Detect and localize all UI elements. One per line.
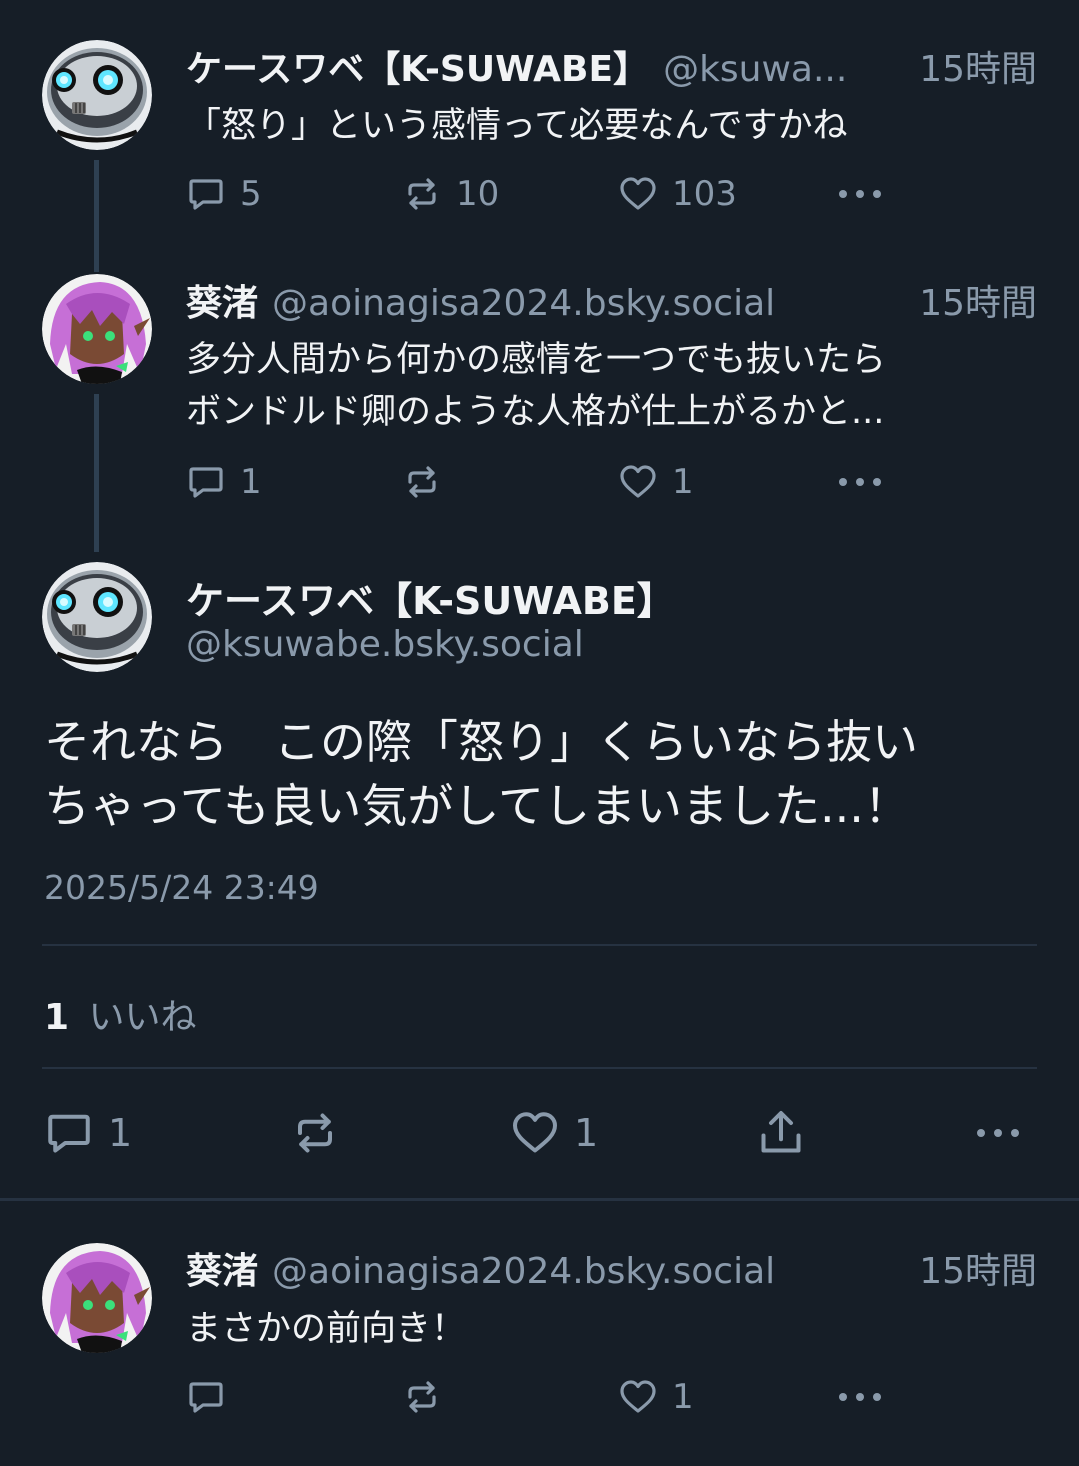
like-count: 1 bbox=[672, 462, 694, 502]
thread-connector bbox=[94, 160, 99, 260]
like-count: 1 bbox=[672, 1377, 694, 1417]
more-dots-icon bbox=[836, 187, 884, 201]
speech-bubble-icon bbox=[186, 174, 226, 214]
share-button[interactable] bbox=[756, 1107, 806, 1159]
heart-icon bbox=[618, 1377, 658, 1417]
reply-button[interactable] bbox=[186, 1372, 240, 1422]
repost-icon bbox=[402, 174, 442, 214]
thread-post-2[interactable]: 葵渚 @aoinagisa2024.bsky.social 15時間 多分人間か… bbox=[0, 260, 1079, 560]
more-dots-icon bbox=[836, 475, 884, 489]
heart-icon bbox=[618, 174, 658, 214]
author-handle[interactable]: @ksuwa... bbox=[663, 49, 899, 88]
post-time: 15時間 bbox=[919, 283, 1037, 322]
more-button[interactable] bbox=[974, 1107, 1022, 1159]
more-dots-icon bbox=[836, 1390, 884, 1404]
post-text-line: ボンドルド卿のような人格が仕上がるかと... bbox=[186, 392, 885, 432]
like-summary-count: 1 bbox=[44, 997, 70, 1038]
speech-bubble-icon bbox=[186, 462, 226, 502]
main-actions: 1 1 bbox=[44, 1107, 1044, 1159]
repost-button[interactable] bbox=[402, 457, 456, 507]
post-timestamp: 2025/5/24 23:49 bbox=[44, 868, 319, 907]
more-dots-icon bbox=[974, 1126, 1022, 1140]
post-text-line: それなら この際「怒り」くらいなら抜い bbox=[44, 715, 918, 769]
thread-post-1[interactable]: ケースワベ【K-SUWABE】 @ksuwa... 15時間 「怒り」という感情… bbox=[0, 0, 1079, 260]
post-actions: 5 10 103 bbox=[186, 169, 906, 219]
post-text: 多分人間から何かの感情を一つでも抜いたら ボンドルド卿のような人格が仕上がるかと… bbox=[186, 334, 1019, 438]
post-text: まさかの前向き！ bbox=[186, 1309, 467, 1349]
avatar[interactable] bbox=[42, 40, 152, 150]
like-button[interactable]: 1 bbox=[618, 1372, 694, 1422]
repost-icon bbox=[290, 1108, 340, 1158]
heart-icon bbox=[618, 462, 658, 502]
thread-connector bbox=[94, 394, 99, 552]
post-time: 15時間 bbox=[919, 49, 1037, 88]
post-header: ケースワベ【K-SUWABE】 @ksuwa... 15時間 bbox=[186, 40, 1037, 88]
author-name[interactable]: ケースワベ【K-SUWABE】 bbox=[186, 40, 649, 88]
main-post: ケースワベ【K-SUWABE】 @ksuwabe.bsky.social それな… bbox=[0, 560, 1079, 1200]
author-handle[interactable]: @ksuwabe.bsky.social bbox=[186, 624, 584, 665]
like-button[interactable]: 103 bbox=[618, 169, 737, 219]
divider bbox=[42, 944, 1037, 946]
post-header: 葵渚 @aoinagisa2024.bsky.social 15時間 bbox=[186, 1242, 1037, 1290]
post-text: それなら この際「怒り」くらいなら抜い ちゃっても良い気がしてしまいました...… bbox=[44, 710, 1039, 838]
reply-button[interactable]: 5 bbox=[186, 169, 262, 219]
repost-count: 10 bbox=[456, 174, 500, 214]
repost-button[interactable]: 10 bbox=[402, 169, 499, 219]
author-handle[interactable]: @aoinagisa2024.bsky.social bbox=[272, 283, 899, 322]
post-time: 15時間 bbox=[919, 1251, 1037, 1290]
author-name[interactable]: ケースワベ【K-SUWABE】 bbox=[186, 570, 675, 625]
like-count: 1 bbox=[574, 1111, 599, 1155]
divider bbox=[42, 1067, 1037, 1069]
thread-connector bbox=[94, 260, 99, 272]
like-summary-label: いいね bbox=[88, 997, 197, 1038]
speech-bubble-icon bbox=[44, 1108, 94, 1158]
author-handle[interactable]: @aoinagisa2024.bsky.social bbox=[272, 1251, 899, 1290]
like-count: 103 bbox=[672, 174, 737, 214]
avatar[interactable] bbox=[42, 274, 152, 384]
repost-icon bbox=[402, 462, 442, 502]
more-button[interactable] bbox=[836, 457, 884, 507]
repost-icon bbox=[402, 1377, 442, 1417]
post-actions: 1 bbox=[186, 1372, 906, 1422]
like-button[interactable]: 1 bbox=[618, 457, 694, 507]
author-name[interactable]: 葵渚 bbox=[186, 274, 258, 322]
post-actions: 1 1 bbox=[186, 457, 906, 507]
reply-count: 1 bbox=[108, 1111, 133, 1155]
heart-icon bbox=[510, 1108, 560, 1158]
post-text-line: 多分人間から何かの感情を一つでも抜いたら bbox=[186, 340, 887, 380]
avatar[interactable] bbox=[42, 1243, 152, 1353]
author-name[interactable]: 葵渚 bbox=[186, 1242, 258, 1290]
more-button[interactable] bbox=[836, 1372, 884, 1422]
like-summary[interactable]: 1 いいね bbox=[44, 988, 197, 1040]
reply-count: 5 bbox=[240, 174, 262, 214]
reply-count: 1 bbox=[240, 462, 262, 502]
avatar[interactable] bbox=[42, 562, 152, 672]
repost-button[interactable] bbox=[402, 1372, 456, 1422]
share-icon bbox=[756, 1108, 806, 1158]
repost-button[interactable] bbox=[290, 1107, 354, 1159]
like-button[interactable]: 1 bbox=[510, 1107, 598, 1159]
reply-post[interactable]: 葵渚 @aoinagisa2024.bsky.social 15時間 まさかの前… bbox=[0, 1201, 1079, 1466]
speech-bubble-icon bbox=[186, 1377, 226, 1417]
reply-button[interactable]: 1 bbox=[44, 1107, 132, 1159]
post-header: 葵渚 @aoinagisa2024.bsky.social 15時間 bbox=[186, 274, 1037, 322]
more-button[interactable] bbox=[836, 169, 884, 219]
post-text-line: ちゃっても良い気がしてしまいました...！ bbox=[44, 779, 910, 833]
post-text: 「怒り」という感情って必要なんですかね bbox=[186, 106, 848, 146]
reply-button[interactable]: 1 bbox=[186, 457, 262, 507]
